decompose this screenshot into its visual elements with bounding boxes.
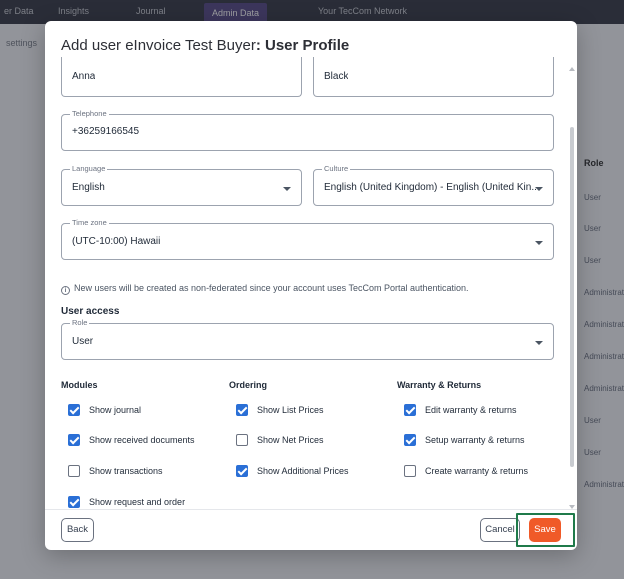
dialog-title: Add user eInvoice Test Buyer: User Profi… xyxy=(61,37,349,54)
user-access-heading: User access xyxy=(61,306,120,317)
footer-divider xyxy=(45,509,577,510)
checkbox-label: Show request and order xyxy=(89,497,186,507)
checkbox-label: Create warranty & returns xyxy=(425,466,529,476)
last-name-field[interactable]: Black xyxy=(313,57,554,97)
role-select[interactable]: Role User xyxy=(61,318,554,360)
checkbox-label: Show journal xyxy=(89,405,142,415)
culture-label: Culture xyxy=(322,164,351,174)
timezone-label: Time zone xyxy=(70,218,109,228)
language-value: English xyxy=(72,182,105,193)
checkbox-box[interactable] xyxy=(404,404,416,416)
first-name-field[interactable]: Anna xyxy=(61,57,302,97)
timezone-select[interactable]: Time zone (UTC-10:00) Hawaii xyxy=(61,218,554,260)
telephone-value: +36259166545 xyxy=(72,126,140,137)
checkbox-label: Edit warranty & returns xyxy=(425,405,517,415)
user-profile-dialog: Add user eInvoice Test Buyer: User Profi… xyxy=(45,21,577,550)
first-name-value: Anna xyxy=(72,71,96,82)
telephone-label: Telephone xyxy=(70,109,109,119)
timezone-value: (UTC-10:00) Hawaii xyxy=(72,236,161,247)
checkbox-box[interactable] xyxy=(68,404,80,416)
checkbox-label: Show Net Prices xyxy=(257,435,324,445)
checkbox-label: Show transactions xyxy=(89,466,163,476)
language-select[interactable]: Language English xyxy=(61,164,302,206)
chevron-down-icon xyxy=(535,187,543,191)
checkbox-label: Show Additional Prices xyxy=(257,466,349,476)
checkbox-box[interactable] xyxy=(236,434,248,446)
telephone-field[interactable]: Telephone +36259166545 xyxy=(61,109,554,151)
chevron-down-icon xyxy=(535,341,543,345)
checkbox-box[interactable] xyxy=(68,434,80,446)
last-name-value: Black xyxy=(324,71,349,82)
checkbox-box[interactable] xyxy=(68,465,80,477)
checkbox-label: Setup warranty & returns xyxy=(425,435,525,445)
dialog-title-prefix: Add user eInvoice Test Buyer xyxy=(61,37,256,54)
role-value: User xyxy=(72,336,94,347)
scrollbar-thumb[interactable] xyxy=(570,127,574,467)
scroll-up-arrow-icon[interactable] xyxy=(569,67,575,71)
language-label: Language xyxy=(70,164,108,174)
culture-value: English (United Kingdom) - English (Unit… xyxy=(324,182,536,193)
back-button[interactable]: Back xyxy=(61,518,94,542)
checkbox-label: Show List Prices xyxy=(257,405,324,415)
checkbox-label: Show received documents xyxy=(89,435,195,445)
checkbox-box[interactable] xyxy=(236,465,248,477)
chevron-down-icon xyxy=(283,187,291,191)
checkbox-box[interactable] xyxy=(236,404,248,416)
culture-select[interactable]: Culture English (United Kingdom) - Engli… xyxy=(313,164,554,206)
modules-heading: Modules xyxy=(61,380,98,390)
checkbox-box[interactable] xyxy=(404,434,416,446)
ordering-heading: Ordering xyxy=(229,380,268,390)
checkbox-box[interactable] xyxy=(404,465,416,477)
checkbox-box[interactable] xyxy=(68,496,80,508)
cancel-button[interactable]: Cancel xyxy=(480,518,520,542)
federation-info-text: New users will be created as non-federat… xyxy=(74,283,469,293)
info-icon: i xyxy=(61,286,70,295)
chevron-down-icon xyxy=(535,241,543,245)
save-highlight-box xyxy=(516,513,575,547)
role-label: Role xyxy=(70,318,90,328)
warranty-returns-heading: Warranty & Returns xyxy=(397,380,482,390)
dialog-title-suffix: : User Profile xyxy=(255,37,350,54)
federation-info: i New users will be created as non-federa… xyxy=(61,283,469,295)
